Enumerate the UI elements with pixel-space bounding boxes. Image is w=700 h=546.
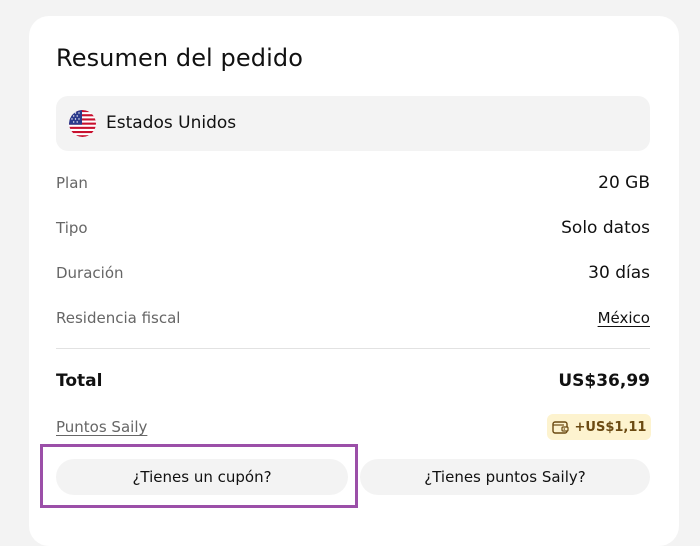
type-label: Tipo xyxy=(56,219,88,237)
detail-row-type: Tipo Solo datos xyxy=(56,218,650,243)
wallet-icon xyxy=(551,421,569,434)
total-value: US$36,99 xyxy=(558,371,650,391)
divider xyxy=(56,348,650,349)
detail-row-plan: Plan 20 GB xyxy=(56,173,650,198)
plan-value: 20 GB xyxy=(598,173,650,193)
tax-residence-link[interactable]: México xyxy=(598,309,650,327)
detail-row-tax-residence: Residencia fiscal México xyxy=(56,309,650,333)
country-selector: Estados Unidos xyxy=(56,96,650,151)
tax-residence-label: Residencia fiscal xyxy=(56,309,181,327)
saily-points-badge: +US$1,11 xyxy=(547,414,651,440)
duration-label: Duración xyxy=(56,264,124,282)
order-summary-card: Resumen del pedido Estados Unidos Plan 2… xyxy=(29,16,679,546)
type-value: Solo datos xyxy=(561,218,650,238)
plan-label: Plan xyxy=(56,174,88,192)
us-flag-icon xyxy=(69,110,96,137)
country-name: Estados Unidos xyxy=(106,113,237,133)
points-badge-value: +US$1,11 xyxy=(574,419,647,435)
total-label: Total xyxy=(56,371,103,391)
saily-points-button[interactable]: ¿Tienes puntos Saily? xyxy=(360,459,650,495)
page-title: Resumen del pedido xyxy=(56,44,303,72)
saily-points-link[interactable]: Puntos Saily xyxy=(56,418,147,436)
coupon-button[interactable]: ¿Tienes un cupón? xyxy=(56,459,348,495)
detail-row-duration: Duración 30 días xyxy=(56,263,650,288)
duration-value: 30 días xyxy=(588,263,650,283)
